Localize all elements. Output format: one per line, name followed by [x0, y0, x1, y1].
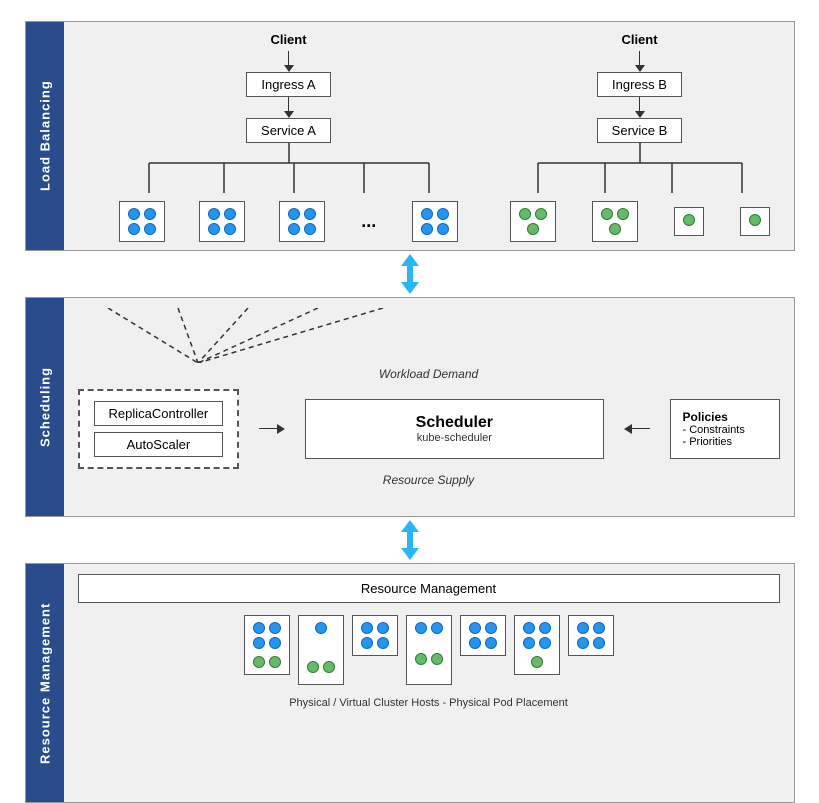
- resource-management-section: Resource Management Resource Management: [25, 563, 795, 803]
- lb-right: Client Ingress B Service B: [500, 32, 780, 242]
- resource-management-label: Resource Management: [26, 564, 64, 802]
- sched-content-area: Workload Demand ReplicaController AutoSc…: [64, 298, 794, 516]
- diagram: Load Balancing Client Ingress A Service …: [15, 11, 805, 781]
- policy-constraints: - Constraints: [683, 424, 767, 436]
- arrow-replica-to-scheduler: [259, 424, 285, 434]
- ellipsis: ...: [361, 211, 376, 232]
- blue-arrow-up: [401, 254, 419, 266]
- ingress-b-box: Ingress B: [597, 72, 682, 97]
- rm-node-3: [352, 615, 398, 656]
- blue-arrow-down-2: [401, 548, 419, 560]
- blue-arrow-up-2: [401, 520, 419, 532]
- kube-scheduler-label: kube-scheduler: [328, 432, 580, 444]
- pod-group-a2: [199, 201, 245, 242]
- rm-node-6: [514, 615, 560, 675]
- service-b-box: Service B: [597, 118, 683, 143]
- rm-node-1: [244, 615, 290, 675]
- service-b-pods: [510, 201, 770, 242]
- resource-management-box: Resource Management: [78, 574, 780, 603]
- pod-group-b2: [592, 201, 638, 242]
- blue-arrow-down: [401, 282, 419, 294]
- rm-node-5: [460, 615, 506, 656]
- pod-group-a3: [279, 201, 325, 242]
- pod-group-a1: [119, 201, 165, 242]
- service-a-tree-lines: [119, 143, 459, 193]
- rm-node-4: [406, 615, 452, 685]
- policies-title: Policies: [683, 410, 767, 424]
- ingress-a-box: Ingress A: [246, 72, 330, 97]
- scheduler-box: Scheduler kube-scheduler: [305, 399, 603, 459]
- rm-node-2: [298, 615, 344, 685]
- scheduling-inner: ReplicaController AutoScaler Scheduler k…: [78, 389, 780, 469]
- load-balancing-section: Load Balancing Client Ingress A Service …: [25, 21, 795, 251]
- replica-controller-box: ReplicaController: [94, 401, 224, 426]
- rm-inner: Resource Management: [78, 574, 780, 709]
- dashed-lines-area: [78, 308, 780, 363]
- replica-autoscaler-box: ReplicaController AutoScaler: [78, 389, 240, 469]
- policy-priorities: - Priorities: [683, 436, 767, 448]
- client-b-label: Client: [621, 32, 657, 47]
- scheduling-section: Scheduling Workload Demand ReplicaContro…: [25, 297, 795, 517]
- blue-arrow-body-top: [407, 266, 413, 274]
- load-balancing-label: Load Balancing: [26, 22, 64, 250]
- policies-box: Policies - Constraints - Priorities: [670, 399, 780, 459]
- auto-scaler-box: AutoScaler: [94, 432, 224, 457]
- scheduler-title: Scheduler: [328, 414, 580, 432]
- workload-demand-label: Workload Demand: [78, 367, 780, 381]
- resource-supply-label: Resource Supply: [78, 473, 780, 487]
- pod-group-b3: [674, 207, 704, 236]
- scheduling-label: Scheduling: [26, 298, 64, 516]
- blue-arrow-body-bot: [407, 274, 413, 282]
- rm-pods-row: [244, 615, 614, 685]
- service-b-tree-lines: [510, 143, 770, 193]
- rm-content-area: Resource Management: [64, 564, 794, 802]
- pod-group-b1: [510, 201, 556, 242]
- dashed-pod-lines: [78, 308, 780, 363]
- service-a-box: Service A: [246, 118, 331, 143]
- rm-node-7: [568, 615, 614, 656]
- client-a-label: Client: [270, 32, 306, 47]
- arrow-lb-to-sched: [25, 259, 795, 289]
- pod-group-a4: [412, 201, 458, 242]
- arrow-policies-to-scheduler: [624, 424, 650, 434]
- lb-left: Client Ingress A Service A: [78, 32, 500, 242]
- pod-group-b4: [740, 207, 770, 236]
- arrow-sched-to-rm: [25, 525, 795, 555]
- blue-arrow-body-top-2: [407, 532, 413, 540]
- lb-content-area: Client Ingress A Service A: [64, 22, 794, 250]
- blue-arrow-body-bot-2: [407, 540, 413, 548]
- rm-footer-label: Physical / Virtual Cluster Hosts - Physi…: [289, 697, 568, 709]
- service-a-pods: ...: [119, 201, 459, 242]
